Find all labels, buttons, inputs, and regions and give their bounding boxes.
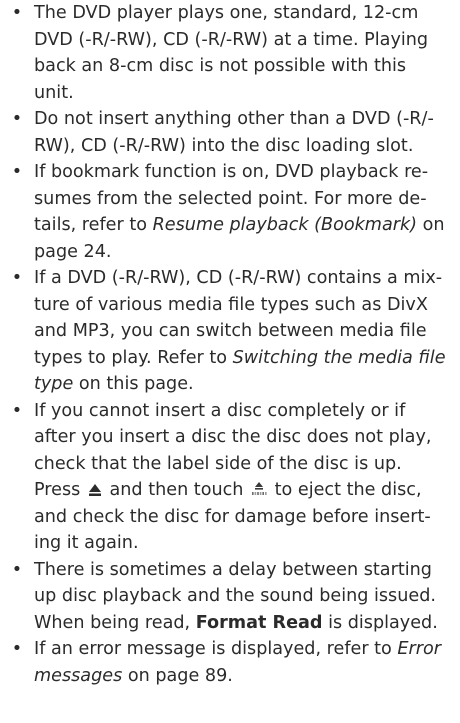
text-run: page 24. [34,241,112,262]
text-line: RW), CD (-R/-RW) into the disc loading s… [34,133,413,160]
display-message: Format Read [195,612,323,633]
text-line: sumes from the selected point. For more … [34,186,427,213]
text-run: on page 89. [122,665,233,686]
text-line: up disc playback and the sound being iss… [34,583,436,610]
text-run: If bookmark function is on, DVD playback… [34,162,429,182]
text-run: Press [34,480,86,500]
bullet-dot: • [11,400,23,421]
text-run: and then touch [103,480,250,500]
cross-reference: messages [34,665,123,686]
text-run: check that the label side of the disc is… [34,453,402,474]
text-run: If you cannot insert a disc completely o… [34,400,406,421]
bullet-dot: • [11,639,23,659]
bullet-item: • If bookmark function is on, DVD playbac… [0,159,460,265]
eject-touch-key-icon [249,479,269,495]
cross-reference: Error [397,639,442,659]
text-run: If an error message is displayed, refer … [34,639,398,659]
cross-reference: Resume playback (Bookmark) [152,215,418,235]
text-run: sumes from the selected point. For more … [34,188,427,209]
text-line: back an 8-cm disc is not possible with t… [34,53,406,80]
text-run: Do not insert anything other than a DVD … [34,109,434,129]
text-line: page 24. [34,239,112,266]
bullet-item: • If you cannot insert a disc completely … [0,398,460,557]
bullet-item: • If a DVD (-R/-RW), CD (-R/-RW) contains… [0,265,460,398]
text-line: The DVD player plays one, standard, 12-c… [34,0,418,27]
text-line: If bookmark function is on, DVD playback… [34,159,428,186]
text-run: The DVD player plays one, standard, 12-c… [34,3,419,23]
bullet-dot: • [11,559,23,580]
text-run: back an 8-cm disc is not possible with t… [34,56,407,76]
bullet-item: • There is sometimes a delay between star… [0,557,460,637]
text-line: and MP3, you can switch between media fi… [34,318,427,345]
text-line: unit. [34,80,74,107]
cross-reference: Switching the media file [232,347,446,368]
text-line: after you insert a disc the disc does no… [34,424,431,451]
bullet-dot: • [11,162,23,182]
bullet-dot: • [11,109,23,129]
text-line: If a DVD (-R/-RW), CD (-R/-RW) contains … [34,265,442,292]
text-run: When being read, [34,612,196,633]
manual-page: • The DVD player plays one, standard, 12-… [0,0,460,723]
bullet-item: • Do not insert anything other than a DVD… [0,106,460,159]
text-run: up disc playback and the sound being iss… [34,586,436,606]
text-line: and check the disc for damage before ins… [34,504,431,531]
cross-reference: type [34,374,74,394]
text-run: DVD (-R/-RW), CD (-R/-RW) at a time. Pla… [34,29,429,50]
bullet-dot: • [11,268,23,288]
text-line: If an error message is displayed, refer … [34,636,441,663]
bullet-dot: • [11,3,23,23]
text-line: Press and then touch to eject the disc, [34,477,422,504]
text-run: to eject the disc, [269,480,422,500]
text-line: DVD (-R/-RW), CD (-R/-RW) at a time. Pla… [34,27,428,54]
text-run: on this page. [73,374,194,394]
text-run: unit. [34,82,74,103]
text-line: When being read, Format Read is displaye… [34,610,438,637]
bullet-item: • The DVD player plays one, standard, 12-… [0,0,460,106]
text-line: types to play. Refer to Switching the me… [34,345,446,372]
text-line: If you cannot insert a disc completely o… [34,398,405,425]
text-run: RW), CD (-R/-RW) into the disc loading s… [34,135,414,156]
text-line: ing it again. [34,530,139,557]
text-run: tails, refer to [34,215,153,235]
text-line: tails, refer to Resume playback (Bookmar… [34,212,445,239]
text-run: after you insert a disc the disc does no… [34,427,432,447]
text-run: and check the disc for damage before ins… [34,506,431,527]
text-run: ture of various media file types such as… [34,294,428,315]
text-run: is displayed. [322,612,438,633]
bullet-item: • If an error message is displayed, refer… [0,636,460,689]
text-run: ing it again. [34,533,139,553]
text-run: There is sometimes a delay between start… [34,559,432,580]
text-run: types to play. Refer to [34,347,233,368]
text-line: messages on page 89. [34,663,233,690]
text-run: on [417,215,445,235]
text-line: Do not insert anything other than a DVD … [34,106,434,133]
text-line: There is sometimes a delay between start… [34,557,432,584]
text-run: and MP3, you can switch between media fi… [34,321,427,341]
text-line: check that the label side of the disc is… [34,451,402,478]
text-line: type on this page. [34,371,194,398]
eject-icon [86,477,104,504]
text-run: If a DVD (-R/-RW), CD (-R/-RW) contains … [34,268,443,288]
text-line: ture of various media file types such as… [34,292,428,319]
